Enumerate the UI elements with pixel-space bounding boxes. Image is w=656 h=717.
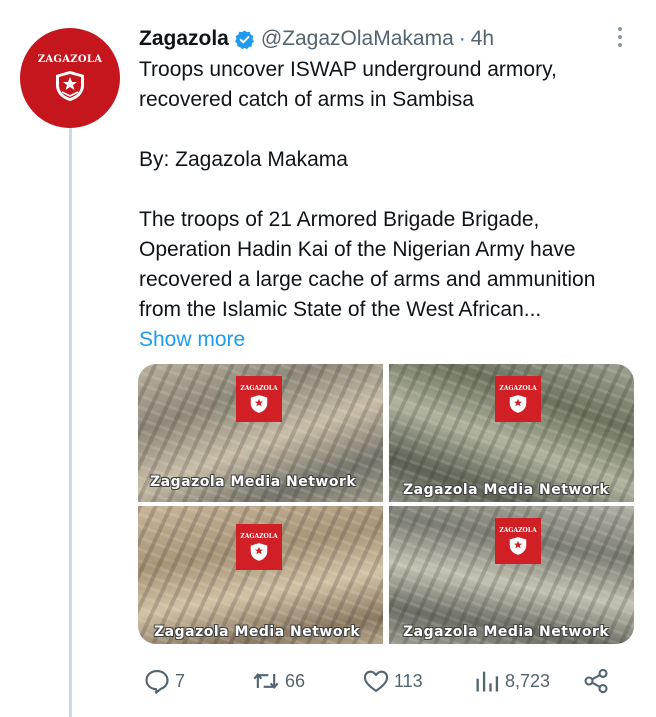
verified-badge-icon <box>234 29 255 50</box>
retweet-count: 66 <box>285 670 306 691</box>
watermark-logo: ZAGAZOLA <box>236 376 282 422</box>
watermark-caption: Zagazola Media Network <box>150 474 357 490</box>
retweet-button[interactable]: 66 <box>251 664 305 698</box>
tweet-body-line: The troops of 21 Armored Brigade Brigade… <box>139 208 540 231</box>
watermark-logo-text: ZAGAZOLA <box>499 526 537 534</box>
heart-icon <box>363 670 389 692</box>
like-button[interactable]: 113 <box>362 664 423 698</box>
media-photo-3[interactable]: ZAGAZOLA Zagazola Media Network <box>138 506 383 644</box>
media-photo-4[interactable]: ZAGAZOLA Zagazola Media Network <box>389 506 634 644</box>
separator-dot: · <box>458 27 466 50</box>
shield-star-icon <box>250 542 268 561</box>
action-bar: 7 66 113 8,723 <box>0 664 656 698</box>
shield-star-icon <box>56 70 84 101</box>
reply-count: 7 <box>175 670 186 691</box>
tweet-text-line: Troops uncover ISWAP underground armory, <box>139 58 557 81</box>
shield-star-icon <box>250 394 268 413</box>
share-icon <box>584 668 608 694</box>
watermark-logo-text: ZAGAZOLA <box>240 532 278 540</box>
watermark-caption: Zagazola Media Network <box>403 482 610 498</box>
media-photo-2[interactable]: ZAGAZOLA Zagazola Media Network <box>389 364 634 502</box>
tweet-timestamp[interactable]: 4h <box>471 27 494 51</box>
tweet-body-line: recovered a large cache of arms and ammu… <box>139 268 596 291</box>
watermark-logo: ZAGAZOLA <box>495 376 541 422</box>
share-button[interactable] <box>582 664 610 698</box>
avatar[interactable]: ZAGAZOLA <box>20 28 120 128</box>
media-grid: ZAGAZOLA Zagazola Media Network ZAGAZOLA… <box>138 364 634 644</box>
watermark-logo-text: ZAGAZOLA <box>499 384 537 392</box>
watermark-caption: Zagazola Media Network <box>403 624 610 640</box>
tweet-text-line: recovered catch of arms in Sambisa <box>139 88 474 111</box>
avatar-logo-text: ZAGAZOLA <box>37 53 103 65</box>
watermark-logo: ZAGAZOLA <box>236 524 282 570</box>
shield-star-icon <box>509 536 527 555</box>
watermark-logo: ZAGAZOLA <box>495 518 541 564</box>
tweet-header: Zagazola @ZagazOlaMakama · 4h <box>139 26 494 52</box>
views-count: 8,723 <box>505 670 551 691</box>
views-chart-icon <box>476 671 499 692</box>
tweet-card[interactable]: ZAGAZOLA Zagazola @ZagazOlaMakama · 4h T… <box>0 0 656 717</box>
reply-button[interactable]: 7 <box>143 664 185 698</box>
retweet-icon <box>253 672 279 690</box>
tweet-body-line: Operation Hadin Kai of the Nigerian Army… <box>139 238 576 261</box>
more-options-icon[interactable] <box>612 22 628 52</box>
media-photo-1[interactable]: ZAGAZOLA Zagazola Media Network <box>138 364 383 502</box>
thread-line <box>69 124 72 717</box>
reply-icon <box>145 670 169 694</box>
tweet-byline: By: Zagazola Makama <box>139 148 348 171</box>
shield-star-icon <box>509 394 527 413</box>
author-handle[interactable]: @ZagazOlaMakama <box>261 27 454 51</box>
watermark-logo-text: ZAGAZOLA <box>240 384 278 392</box>
show-more-link[interactable]: Show more <box>139 325 245 355</box>
author-name[interactable]: Zagazola <box>139 27 229 51</box>
like-count: 113 <box>394 670 423 691</box>
views-button[interactable]: 8,723 <box>473 664 550 698</box>
watermark-caption: Zagazola Media Network <box>154 624 361 640</box>
tweet-body-line: from the Islamic State of the West Afric… <box>139 298 542 321</box>
